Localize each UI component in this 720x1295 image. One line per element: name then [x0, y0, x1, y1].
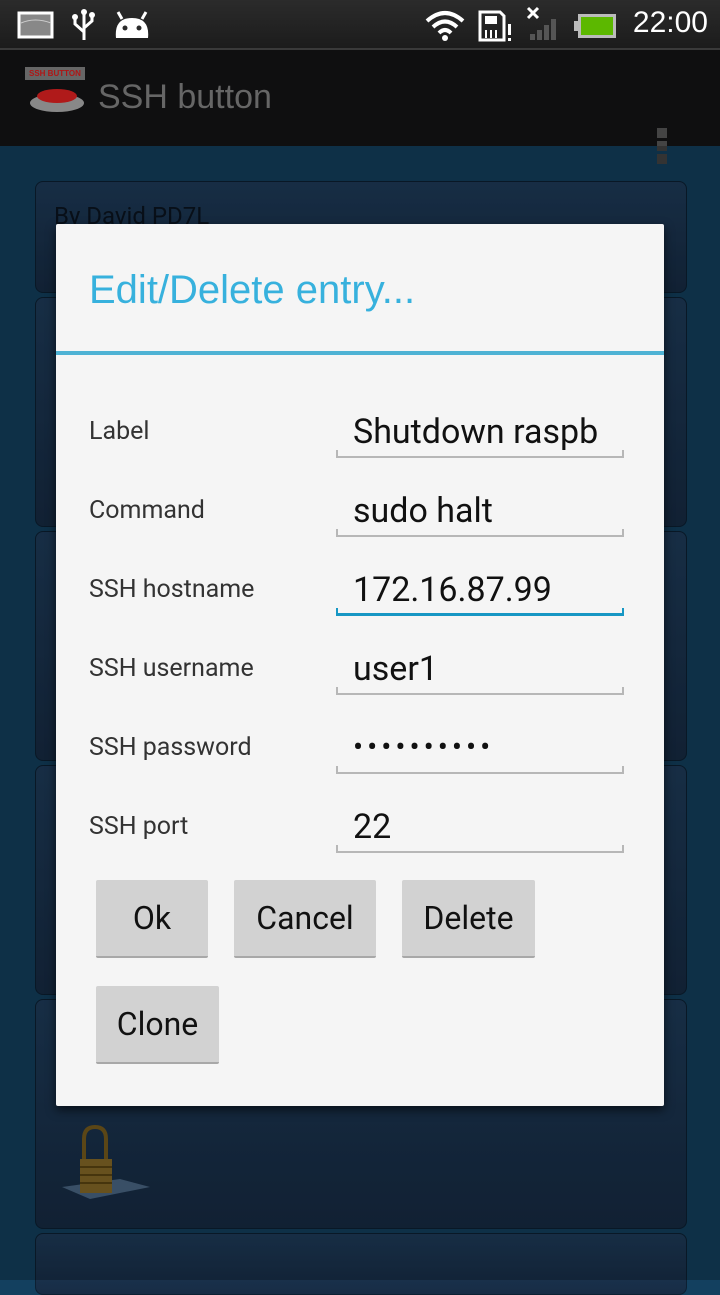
cancel-button[interactable]: Cancel: [234, 880, 376, 958]
edit-entry-dialog: Edit/Delete entry... Label Shutdown rasp…: [56, 224, 664, 1106]
username-input[interactable]: user1: [336, 649, 624, 695]
hostname-input[interactable]: 172.16.87.99: [336, 570, 624, 616]
hostname-field-label: SSH hostname: [89, 575, 255, 604]
sd-card-warning-icon: [478, 10, 511, 42]
username-input-value: user1: [353, 649, 438, 689]
app-title: SSH button: [98, 78, 272, 116]
clone-button[interactable]: Clone: [96, 986, 219, 1064]
clock: 22:00: [632, 6, 708, 39]
label-field-label: Label: [89, 417, 150, 446]
hostname-input-value: 172.16.87.99: [353, 570, 552, 610]
image-notification-icon: [17, 11, 54, 39]
port-input[interactable]: 22: [336, 807, 624, 853]
port-input-value: 22: [353, 807, 392, 847]
port-field-label: SSH port: [89, 812, 189, 841]
label-input[interactable]: Shutdown raspb: [336, 412, 624, 458]
input-underline: [336, 529, 624, 537]
password-input-value: ••••••••••: [353, 730, 495, 765]
ok-button[interactable]: Ok: [96, 880, 208, 958]
app-logo: SSH BUTTON: [25, 67, 89, 117]
command-input[interactable]: sudo halt: [336, 491, 624, 537]
password-input[interactable]: ••••••••••: [336, 728, 624, 774]
input-underline: [336, 687, 624, 695]
username-field-label: SSH username: [89, 654, 254, 683]
android-debug-icon: [115, 11, 149, 38]
input-underline: [336, 450, 624, 458]
title-divider: [56, 351, 664, 355]
command-input-value: sudo halt: [353, 491, 493, 531]
dialog-title: Edit/Delete entry...: [89, 268, 416, 312]
input-underline: [336, 766, 624, 774]
no-signal-icon: [526, 6, 556, 40]
command-field-label: Command: [89, 496, 205, 525]
label-input-value: Shutdown raspb: [353, 412, 599, 452]
usb-icon: [72, 9, 95, 40]
delete-button[interactable]: Delete: [402, 880, 535, 958]
wifi-icon: [425, 11, 465, 41]
red-button-icon: [30, 89, 84, 112]
action-bar: SSH BUTTON SSH button: [0, 50, 720, 164]
app-logo-label: SSH BUTTON: [25, 67, 85, 80]
input-underline: [336, 608, 624, 616]
password-field-label: SSH password: [89, 733, 252, 762]
input-underline: [336, 845, 624, 853]
battery-icon: [574, 14, 616, 38]
status-bar: 22:00: [0, 0, 720, 50]
